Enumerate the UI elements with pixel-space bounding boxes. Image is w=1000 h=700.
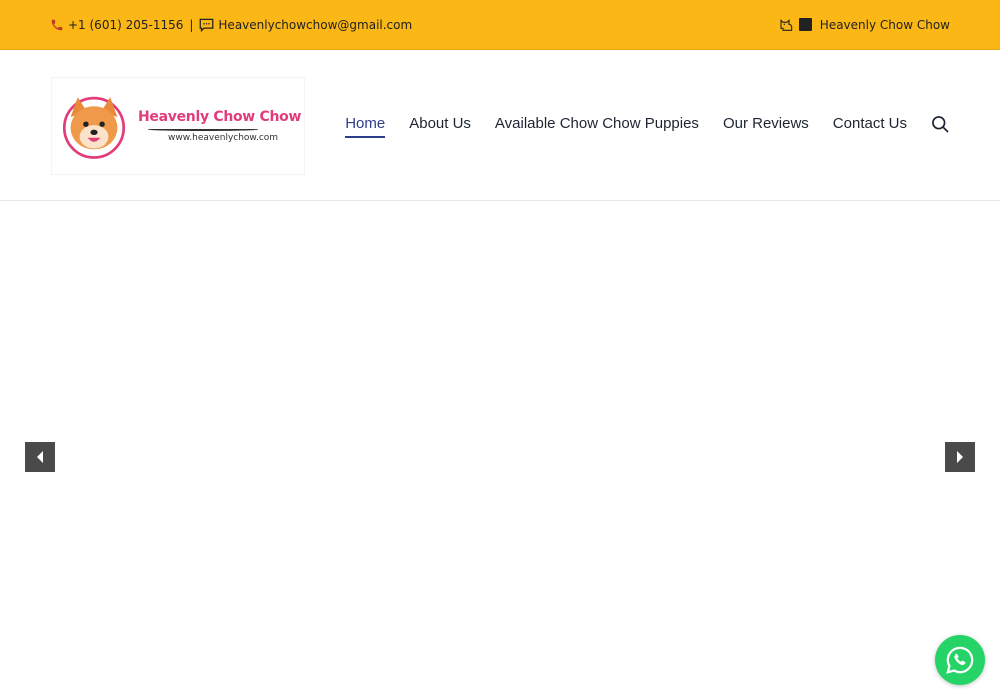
logo-swoosh (148, 128, 258, 131)
separator: | (189, 17, 194, 32)
nav-item-available-puppies[interactable]: Available Chow Chow Puppies (495, 115, 699, 132)
whatsapp-chat-button[interactable] (935, 635, 985, 685)
nav-item-our-reviews[interactable]: Our Reviews (723, 115, 809, 132)
slider-prev-button[interactable] (25, 442, 55, 472)
site-logo[interactable]: Heavenly Chow Chow www.heavenlychow.com (52, 78, 304, 174)
contact-info: +1 (601) 205-1156 | Heavenlychowchow@gma… (50, 18, 412, 32)
chow-chow-logo-icon (62, 96, 126, 159)
chevron-right-icon (957, 451, 963, 463)
square-icon (798, 18, 812, 31)
search-icon[interactable] (930, 114, 950, 134)
logo-text: Heavenly Chow Chow www.heavenlychow.com (138, 109, 301, 143)
phone-icon (50, 18, 64, 32)
phone-link[interactable]: +1 (601) 205-1156 (68, 18, 183, 32)
slider-next-button[interactable] (945, 442, 975, 472)
logo-name: Heavenly Chow Chow (138, 109, 302, 125)
chevron-left-icon (37, 451, 43, 463)
logo-url: www.heavenlychow.com (168, 133, 279, 143)
site-header: Heavenly Chow Chow www.heavenlychow.com … (0, 50, 1000, 201)
nav-item-about-us[interactable]: About Us (409, 115, 471, 132)
nav-item-home[interactable]: Home (345, 115, 386, 138)
whatsapp-icon (946, 646, 974, 674)
email-link[interactable]: Heavenlychowchow@gmail.com (218, 18, 412, 32)
chat-bubble-icon (199, 18, 214, 32)
nav-item-contact-us[interactable]: Contact Us (833, 115, 907, 132)
dog-icon (779, 18, 795, 32)
hero-slider (0, 201, 1000, 700)
brand-info: Heavenly Chow Chow (779, 18, 950, 32)
top-contact-bar: +1 (601) 205-1156 | Heavenlychowchow@gma… (0, 0, 1000, 50)
brand-name: Heavenly Chow Chow (819, 17, 950, 32)
main-nav: Home About Us Available Chow Chow Puppie… (345, 115, 907, 138)
